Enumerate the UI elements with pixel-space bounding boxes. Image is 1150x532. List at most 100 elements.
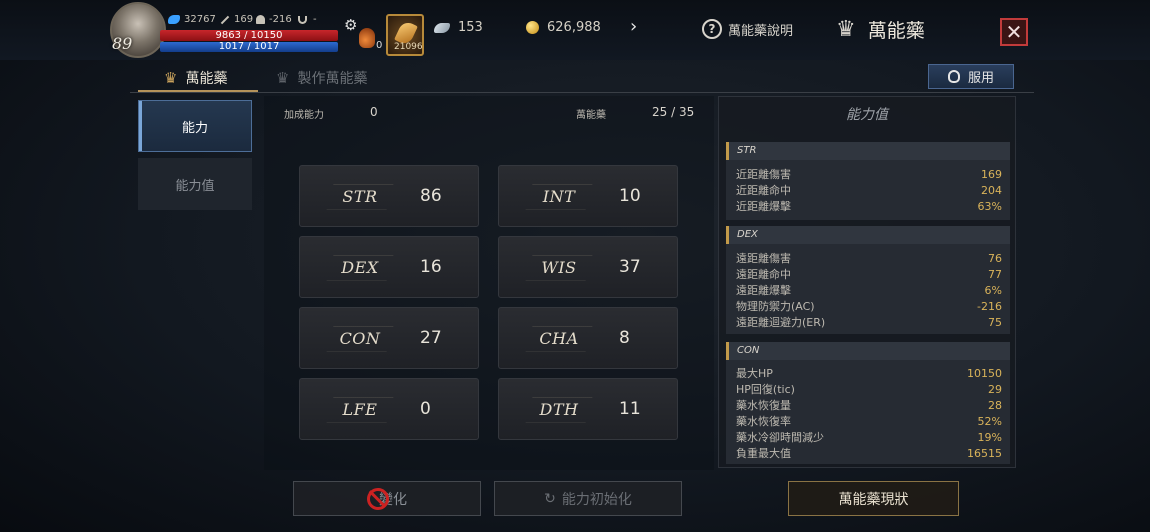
tab-elixir-label: 萬能藥 — [185, 71, 228, 87]
stat-row-value: 6% — [984, 284, 1002, 297]
transform-button[interactable]: 變化 — [293, 481, 481, 516]
stat-row-label: 藥水恢復率 — [736, 415, 791, 428]
stat-row-label: 遠距離命中 — [736, 268, 791, 281]
stat-row-label: 遠距離傷害 — [736, 252, 791, 265]
mp-bar: 1017 / 1017 — [160, 42, 338, 52]
stat-row-label: 遠距離爆擊 — [736, 284, 791, 297]
tab-craft-elixir[interactable]: ♛ 製作萬能藥 — [276, 68, 367, 88]
player-level: 89 — [112, 34, 133, 53]
stat-row-value: 28 — [988, 399, 1002, 412]
crown-icon: ♛ — [836, 17, 856, 42]
stat-card-dth: DTH 11 — [498, 378, 678, 440]
stat-value: 8 — [619, 328, 630, 348]
stat-value: 0 — [420, 399, 431, 419]
stat-row: 藥水恢復率 52% — [736, 414, 1002, 430]
stat-row: 藥水恢復量 28 — [736, 398, 1002, 414]
question-icon: ? — [702, 19, 722, 39]
potion-icon — [359, 28, 375, 48]
stat-row-value: 204 — [981, 184, 1002, 197]
quick-slot-feather[interactable]: 21096 — [386, 14, 424, 56]
wing-decoration — [326, 255, 394, 281]
stat-card-int: INT 10 — [498, 165, 678, 227]
section-header: DEX — [726, 226, 1010, 244]
quick-slot-potion[interactable]: 0 — [346, 16, 384, 56]
stat-card-con: CON 27 — [299, 307, 479, 369]
armor-display: -216 — [256, 14, 292, 25]
wing-decoration — [525, 184, 593, 210]
stat-row: 物理防禦力(AC) -216 — [736, 299, 1002, 315]
stat-value: 11 — [619, 399, 641, 419]
stat-row-label: 負重最大值 — [736, 447, 791, 460]
stat-row-label: 物理防禦力(AC) — [736, 300, 815, 313]
trophy-value: - — [313, 14, 317, 25]
stat-row-value: 16515 — [967, 447, 1002, 460]
help-button[interactable]: ? 萬能藥說明 — [702, 19, 793, 39]
reset-icon: ↻ — [544, 490, 556, 507]
use-button-label: 服用 — [967, 71, 994, 86]
stat-row-label: 近距離傷害 — [736, 168, 791, 181]
bonus-value: 0 — [370, 105, 378, 119]
stat-row-label: 藥水恢復量 — [736, 399, 791, 412]
stat-row: 近距離爆擊 63% — [736, 199, 1002, 215]
attack-display: 169 — [220, 14, 253, 25]
stat-row: 遠距離命中 77 — [736, 267, 1002, 283]
stat-row: 最大HP 10150 — [736, 366, 1002, 382]
exp-display: 32767 — [168, 14, 216, 25]
feather-item-count: 21096 — [394, 42, 423, 52]
stat-card-str: STR 86 — [299, 165, 479, 227]
stat-row: HP回復(tic) 29 — [736, 382, 1002, 398]
elixir-tab-icon: ♛ — [164, 69, 178, 87]
bonus-label: 加成能力 — [284, 110, 324, 121]
hp-bar: 9863 / 10150 — [160, 30, 338, 41]
potion-count: 0 — [376, 40, 383, 51]
stat-row: 遠距離傷害 76 — [736, 251, 1002, 267]
chevron-right-icon[interactable]: › — [630, 16, 637, 37]
gold-currency: 626,988 — [526, 20, 601, 35]
side-item-ability-value[interactable]: 能力值 — [138, 158, 252, 210]
stat-row: 近距離傷害 169 — [736, 167, 1002, 183]
exp-icon — [168, 15, 180, 24]
stat-row-value: 169 — [981, 168, 1002, 181]
reset-ability-button[interactable]: ↻ 能力初始化 — [494, 481, 682, 516]
close-button[interactable]: ✕ — [1000, 18, 1028, 46]
stat-card-wis: WIS 37 — [498, 236, 678, 298]
stat-card-dex: DEX 16 — [299, 236, 479, 298]
stat-value: 10 — [619, 186, 641, 206]
stat-card-lfe: LFE 0 — [299, 378, 479, 440]
section-header: STR — [726, 142, 1010, 160]
stat-value: 27 — [420, 328, 442, 348]
feather-icon — [434, 22, 450, 33]
stat-row-label: 遠距離迴避力(ER) — [736, 316, 826, 329]
stat-row: 負重最大值 16515 — [736, 446, 1002, 462]
feather-amount: 153 — [458, 20, 483, 35]
section-header: CON — [726, 342, 1010, 360]
page-title: 萬能藥 — [867, 20, 925, 42]
gold-amount: 626,988 — [547, 20, 601, 35]
sword-icon — [220, 15, 230, 24]
elixir-status-button[interactable]: 萬能藥現狀 — [788, 481, 959, 516]
use-button[interactable]: 服用 — [928, 64, 1014, 89]
stat-row: 遠距離爆擊 6% — [736, 283, 1002, 299]
tab-divider — [130, 92, 1034, 93]
stat-row-value: 77 — [988, 268, 1002, 281]
section-dex: DEX 遠距離傷害 76 遠距離命中 77 遠距離爆擊 6% 物理防禦力(AC)… — [726, 226, 1010, 334]
stat-row-value: 19% — [977, 431, 1002, 444]
prohibited-icon — [367, 487, 389, 510]
craft-tab-icon: ♛ — [276, 69, 290, 87]
ability-panel-title: 能力值 — [846, 107, 888, 123]
helmet-icon — [256, 15, 265, 24]
tab-elixir[interactable]: ♛ 萬能藥 — [164, 68, 227, 88]
wing-decoration — [326, 326, 394, 352]
side-item-ability[interactable]: 能力 — [138, 100, 252, 152]
stat-row-value: 29 — [988, 383, 1002, 396]
wing-decoration — [525, 255, 593, 281]
hp-text: 9863 / 10150 — [215, 30, 283, 41]
help-label: 萬能藥說明 — [728, 23, 794, 39]
stat-row-value: 63% — [977, 200, 1002, 213]
wing-decoration — [326, 184, 394, 210]
wing-decoration — [525, 397, 593, 423]
exp-value: 32767 — [184, 14, 216, 25]
stat-row-label: 近距離命中 — [736, 184, 791, 197]
armor-value: -216 — [269, 14, 292, 25]
stat-row-label: 近距離爆擊 — [736, 200, 791, 213]
